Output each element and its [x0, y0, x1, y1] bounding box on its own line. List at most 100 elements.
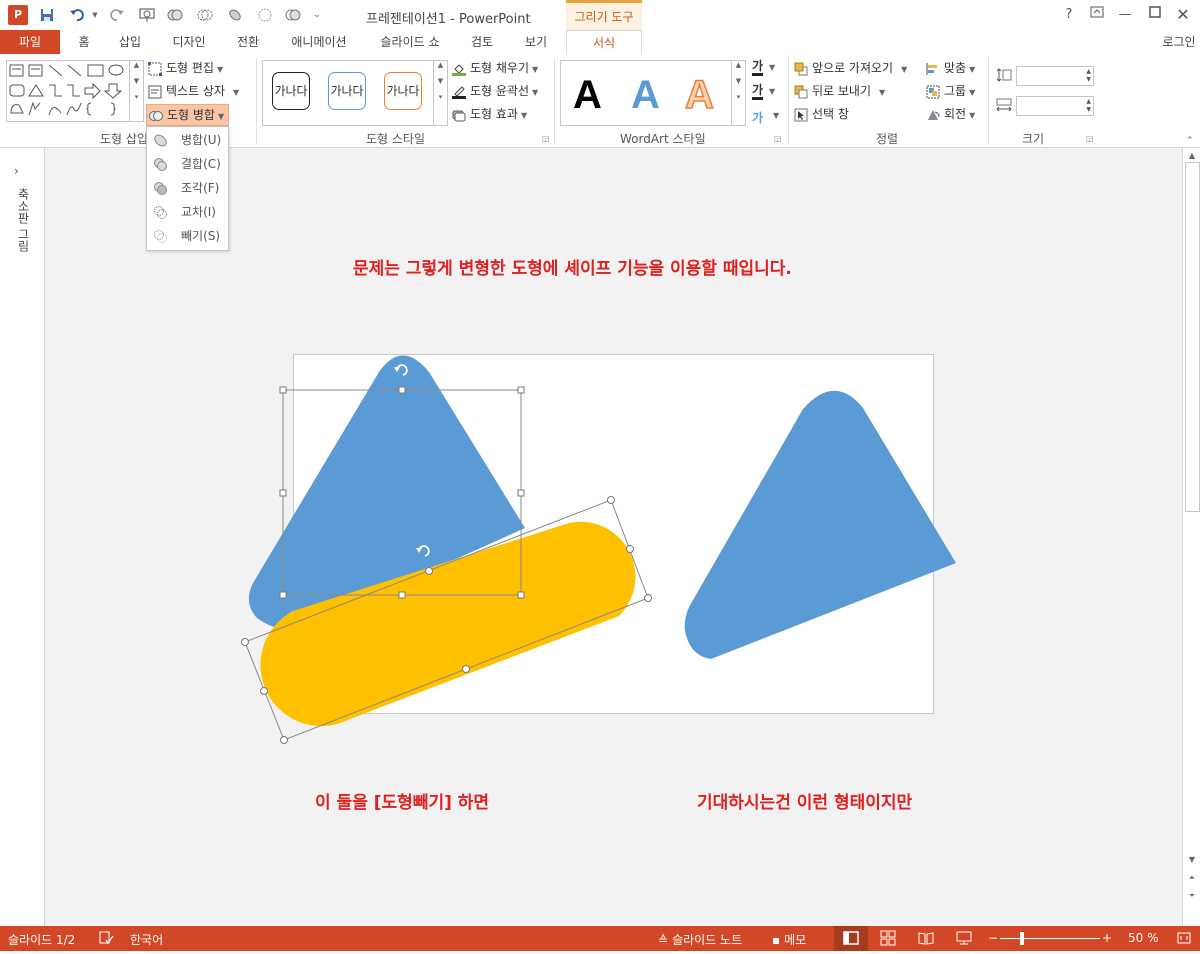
tab-insert[interactable]: 삽입	[112, 30, 148, 54]
tab-format[interactable]: 서식	[566, 30, 642, 55]
merge-shapes-button[interactable]: 도형 병합 ▼	[146, 104, 230, 126]
comments-button[interactable]: ▪ 메모	[772, 931, 806, 948]
thumbnail-pane-label[interactable]: 축소판 그림	[12, 188, 32, 252]
shape-styles-launcher-icon[interactable]: ◲	[542, 134, 550, 143]
zoom-level[interactable]: 50 %	[1128, 931, 1159, 945]
undo-icon[interactable]	[68, 7, 86, 23]
previous-slide-icon[interactable]: ⏶	[1186, 872, 1198, 884]
height-spin-up-icon[interactable]: ▲	[1086, 68, 1091, 75]
collapse-ribbon-icon[interactable]: ⌃	[1186, 136, 1194, 146]
wordart-style-black[interactable]: A	[573, 73, 602, 118]
shape-styles-scroll[interactable]: ▲ ▼ ▾	[433, 61, 447, 125]
scroll-thumb[interactable]	[1185, 162, 1200, 512]
redo-icon[interactable]	[108, 7, 126, 23]
slideshow-view-icon[interactable]	[956, 930, 972, 949]
zoom-slider-thumb[interactable]	[1020, 932, 1024, 945]
zoom-out-button[interactable]: −	[988, 931, 998, 945]
expand-pane-icon[interactable]: ›	[14, 164, 19, 178]
customize-toolbar-icon[interactable]: ⌄	[308, 7, 326, 23]
menu-item-union-label: 병합(U)	[181, 133, 222, 147]
menu-item-subtract[interactable]: 빼기(S)	[151, 225, 225, 247]
width-spin-down-icon[interactable]: ▼	[1086, 106, 1091, 113]
slide-sorter-view-icon[interactable]	[880, 930, 896, 949]
tab-view[interactable]: 보기	[516, 30, 556, 54]
align-button[interactable]: 맞춤 ▼	[926, 58, 975, 78]
expected-result-shape[interactable]	[684, 390, 956, 659]
menu-item-fragment[interactable]: 조각(F)	[151, 177, 225, 199]
slide-canvas[interactable]: 문제는 그렇게 변형한 도형에 셰이프 기능을 이용할 때입니다. 이 둘을 […	[45, 148, 1182, 926]
scroll-down-icon[interactable]: ▼	[1186, 854, 1198, 866]
wordart-gallery[interactable]: A A A ▲ ▼ ▾	[560, 60, 746, 126]
reading-view-icon[interactable]	[918, 930, 934, 949]
slideshow-from-start-icon[interactable]	[138, 7, 156, 23]
wordart-scroll[interactable]: ▲ ▼ ▾	[731, 61, 745, 125]
ribbon-display-options-icon[interactable]	[1086, 6, 1108, 24]
vertical-scrollbar[interactable]: ▲ ▼ ⏶ ⏷	[1182, 148, 1200, 926]
shape-effects-button[interactable]: 도형 효과 ▼	[452, 104, 527, 124]
merge-fragment-quick-icon[interactable]	[226, 7, 244, 23]
text-effects-button[interactable]: 가 ▼	[752, 104, 779, 125]
language-indicator[interactable]: 한국어	[130, 931, 163, 948]
next-slide-icon[interactable]: ⏷	[1186, 890, 1198, 902]
merge-combine-quick-icon[interactable]	[196, 7, 214, 23]
shapes-gallery-scroll[interactable]: ▲ ▼ ▾	[129, 61, 143, 121]
height-field[interactable]: ▲ ▼	[1016, 66, 1094, 86]
tab-file[interactable]: 파일	[0, 30, 60, 54]
height-spin-down-icon[interactable]: ▼	[1086, 76, 1091, 83]
shape-style-orange[interactable]: 가나다	[384, 72, 422, 110]
merge-subtract-quick-icon[interactable]	[284, 7, 302, 23]
wordart-launcher-icon[interactable]: ◲	[774, 134, 782, 143]
menu-item-combine[interactable]: 결합(C)	[151, 153, 225, 175]
tab-slideshow[interactable]: 슬라이드 쇼	[372, 30, 448, 54]
close-icon[interactable]: ✕	[1172, 6, 1194, 24]
merge-union-quick-icon[interactable]	[166, 7, 184, 23]
tab-home[interactable]: 홈	[70, 30, 98, 54]
minimize-icon[interactable]: —	[1114, 6, 1136, 24]
save-icon[interactable]	[38, 7, 56, 23]
selection-pane-button[interactable]: 선택 창	[794, 104, 849, 124]
comments-label: 메모	[784, 933, 807, 947]
shapes-gallery[interactable]: ▲ ▼ ▾	[6, 60, 144, 122]
shape-style-blue[interactable]: 가나다	[328, 72, 366, 110]
rotate-button[interactable]: 회전 ▼	[926, 104, 975, 124]
text-fill-glyph: 가	[752, 59, 764, 76]
shape-style-black[interactable]: 가나다	[272, 72, 310, 110]
text-outline-button[interactable]: 가 ▼	[752, 80, 775, 100]
zoom-in-button[interactable]: +	[1102, 931, 1112, 945]
width-field[interactable]: ▲ ▼	[1016, 96, 1094, 116]
wordart-style-blue[interactable]: A	[631, 73, 660, 118]
edit-shape-button[interactable]: 도형 편집 ▼	[148, 58, 223, 78]
signin-link[interactable]: 로그인	[1158, 30, 1200, 54]
selection-pane-icon	[794, 108, 808, 122]
group-button[interactable]: 그룹 ▼	[926, 81, 975, 101]
zoom-slider[interactable]	[1000, 938, 1100, 939]
tab-animations[interactable]: 애니메이션	[282, 30, 356, 54]
menu-item-union[interactable]: 병합(U)	[151, 129, 225, 151]
group-separator	[788, 58, 789, 144]
tab-review[interactable]: 검토	[462, 30, 502, 54]
shape-fill-button[interactable]: 도형 채우기 ▼	[452, 58, 538, 78]
wordart-style-orange[interactable]: A	[684, 72, 714, 118]
shape-outline-button[interactable]: 도형 윤곽선 ▼	[452, 81, 538, 101]
normal-view-button[interactable]	[834, 926, 868, 951]
text-fill-button[interactable]: 가 ▼	[752, 56, 775, 76]
bring-forward-button[interactable]: 앞으로 가져오기 ▼	[794, 58, 907, 78]
powerpoint-logo-icon[interactable]: P	[8, 5, 28, 25]
tab-design[interactable]: 디자인	[164, 30, 214, 54]
help-button[interactable]: ?	[1058, 6, 1080, 24]
scroll-up-icon[interactable]: ▲	[1186, 150, 1198, 162]
text-outline-glyph: 가	[752, 83, 764, 100]
size-launcher-icon[interactable]: ◲	[1086, 134, 1094, 143]
undo-dropdown-icon[interactable]: ▼	[86, 7, 104, 23]
width-spin-up-icon[interactable]: ▲	[1086, 98, 1091, 105]
merge-intersect-quick-icon[interactable]	[256, 7, 274, 23]
send-backward-button[interactable]: 뒤로 보내기 ▼	[794, 81, 885, 101]
tab-transitions[interactable]: 전환	[228, 30, 268, 54]
notes-button[interactable]: ≙ 슬라이드 노트	[658, 931, 742, 948]
menu-item-intersect[interactable]: 교차(I)	[151, 201, 225, 223]
fit-to-window-icon[interactable]	[1176, 930, 1192, 949]
shape-styles-gallery[interactable]: 가나다 가나다 가나다 ▲ ▼ ▾	[262, 60, 448, 126]
maximize-icon[interactable]	[1144, 6, 1166, 24]
text-box-button[interactable]: 텍스트 상자 ▼	[148, 81, 239, 101]
spellcheck-icon[interactable]	[98, 930, 114, 949]
